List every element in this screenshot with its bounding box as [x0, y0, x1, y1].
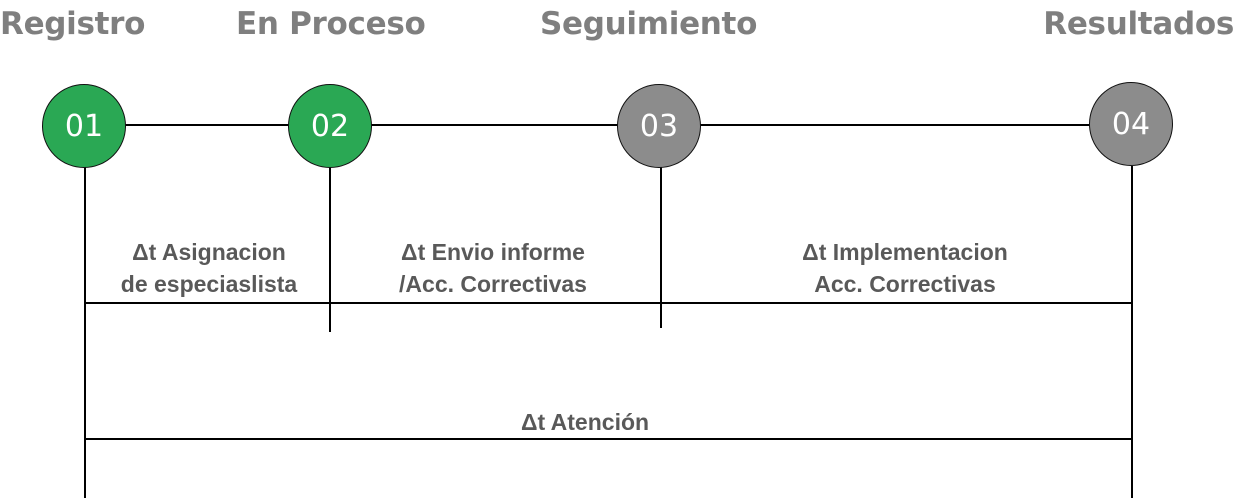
- interval-line: [84, 302, 1132, 304]
- stage-title-en-proceso: En Proceso: [236, 6, 426, 42]
- step-node-03: 03: [617, 84, 701, 168]
- vertical-line-01: [84, 166, 86, 498]
- vertical-line-03: [660, 166, 662, 328]
- step-node-02: 02: [288, 84, 372, 168]
- interval-label-implementacion: Δt Implementacion Acc. Correctivas: [770, 236, 1040, 300]
- total-interval-label: Δt Atención: [470, 406, 700, 438]
- stage-title-seguimiento: Seguimiento: [540, 6, 758, 42]
- stage-title-resultados: Resultados: [1043, 6, 1234, 42]
- interval-label-line: /Acc. Correctivas: [399, 271, 587, 297]
- step-node-01: 01: [42, 84, 126, 168]
- vertical-line-02: [329, 166, 331, 332]
- interval-label-asignacion: Δt Asignacion de especiaslista: [103, 236, 315, 300]
- interval-label-line: Δt Atención: [520, 409, 650, 435]
- step-node-04: 04: [1089, 82, 1173, 166]
- interval-label-line: Δt Envio informe: [401, 239, 585, 265]
- total-interval-line: [84, 438, 1132, 440]
- interval-label-envio-informe: Δt Envio informe /Acc. Correctivas: [362, 236, 624, 300]
- interval-label-line: Δt Implementacion: [802, 239, 1008, 265]
- vertical-line-04: [1131, 166, 1133, 498]
- interval-label-line: de especiaslista: [120, 271, 298, 297]
- stage-title-registro: Registro: [0, 6, 146, 42]
- interval-label-line: Acc. Correctivas: [814, 271, 996, 297]
- interval-label-line: Δt Asignacion: [132, 239, 286, 265]
- timeline-connector: [124, 124, 1090, 126]
